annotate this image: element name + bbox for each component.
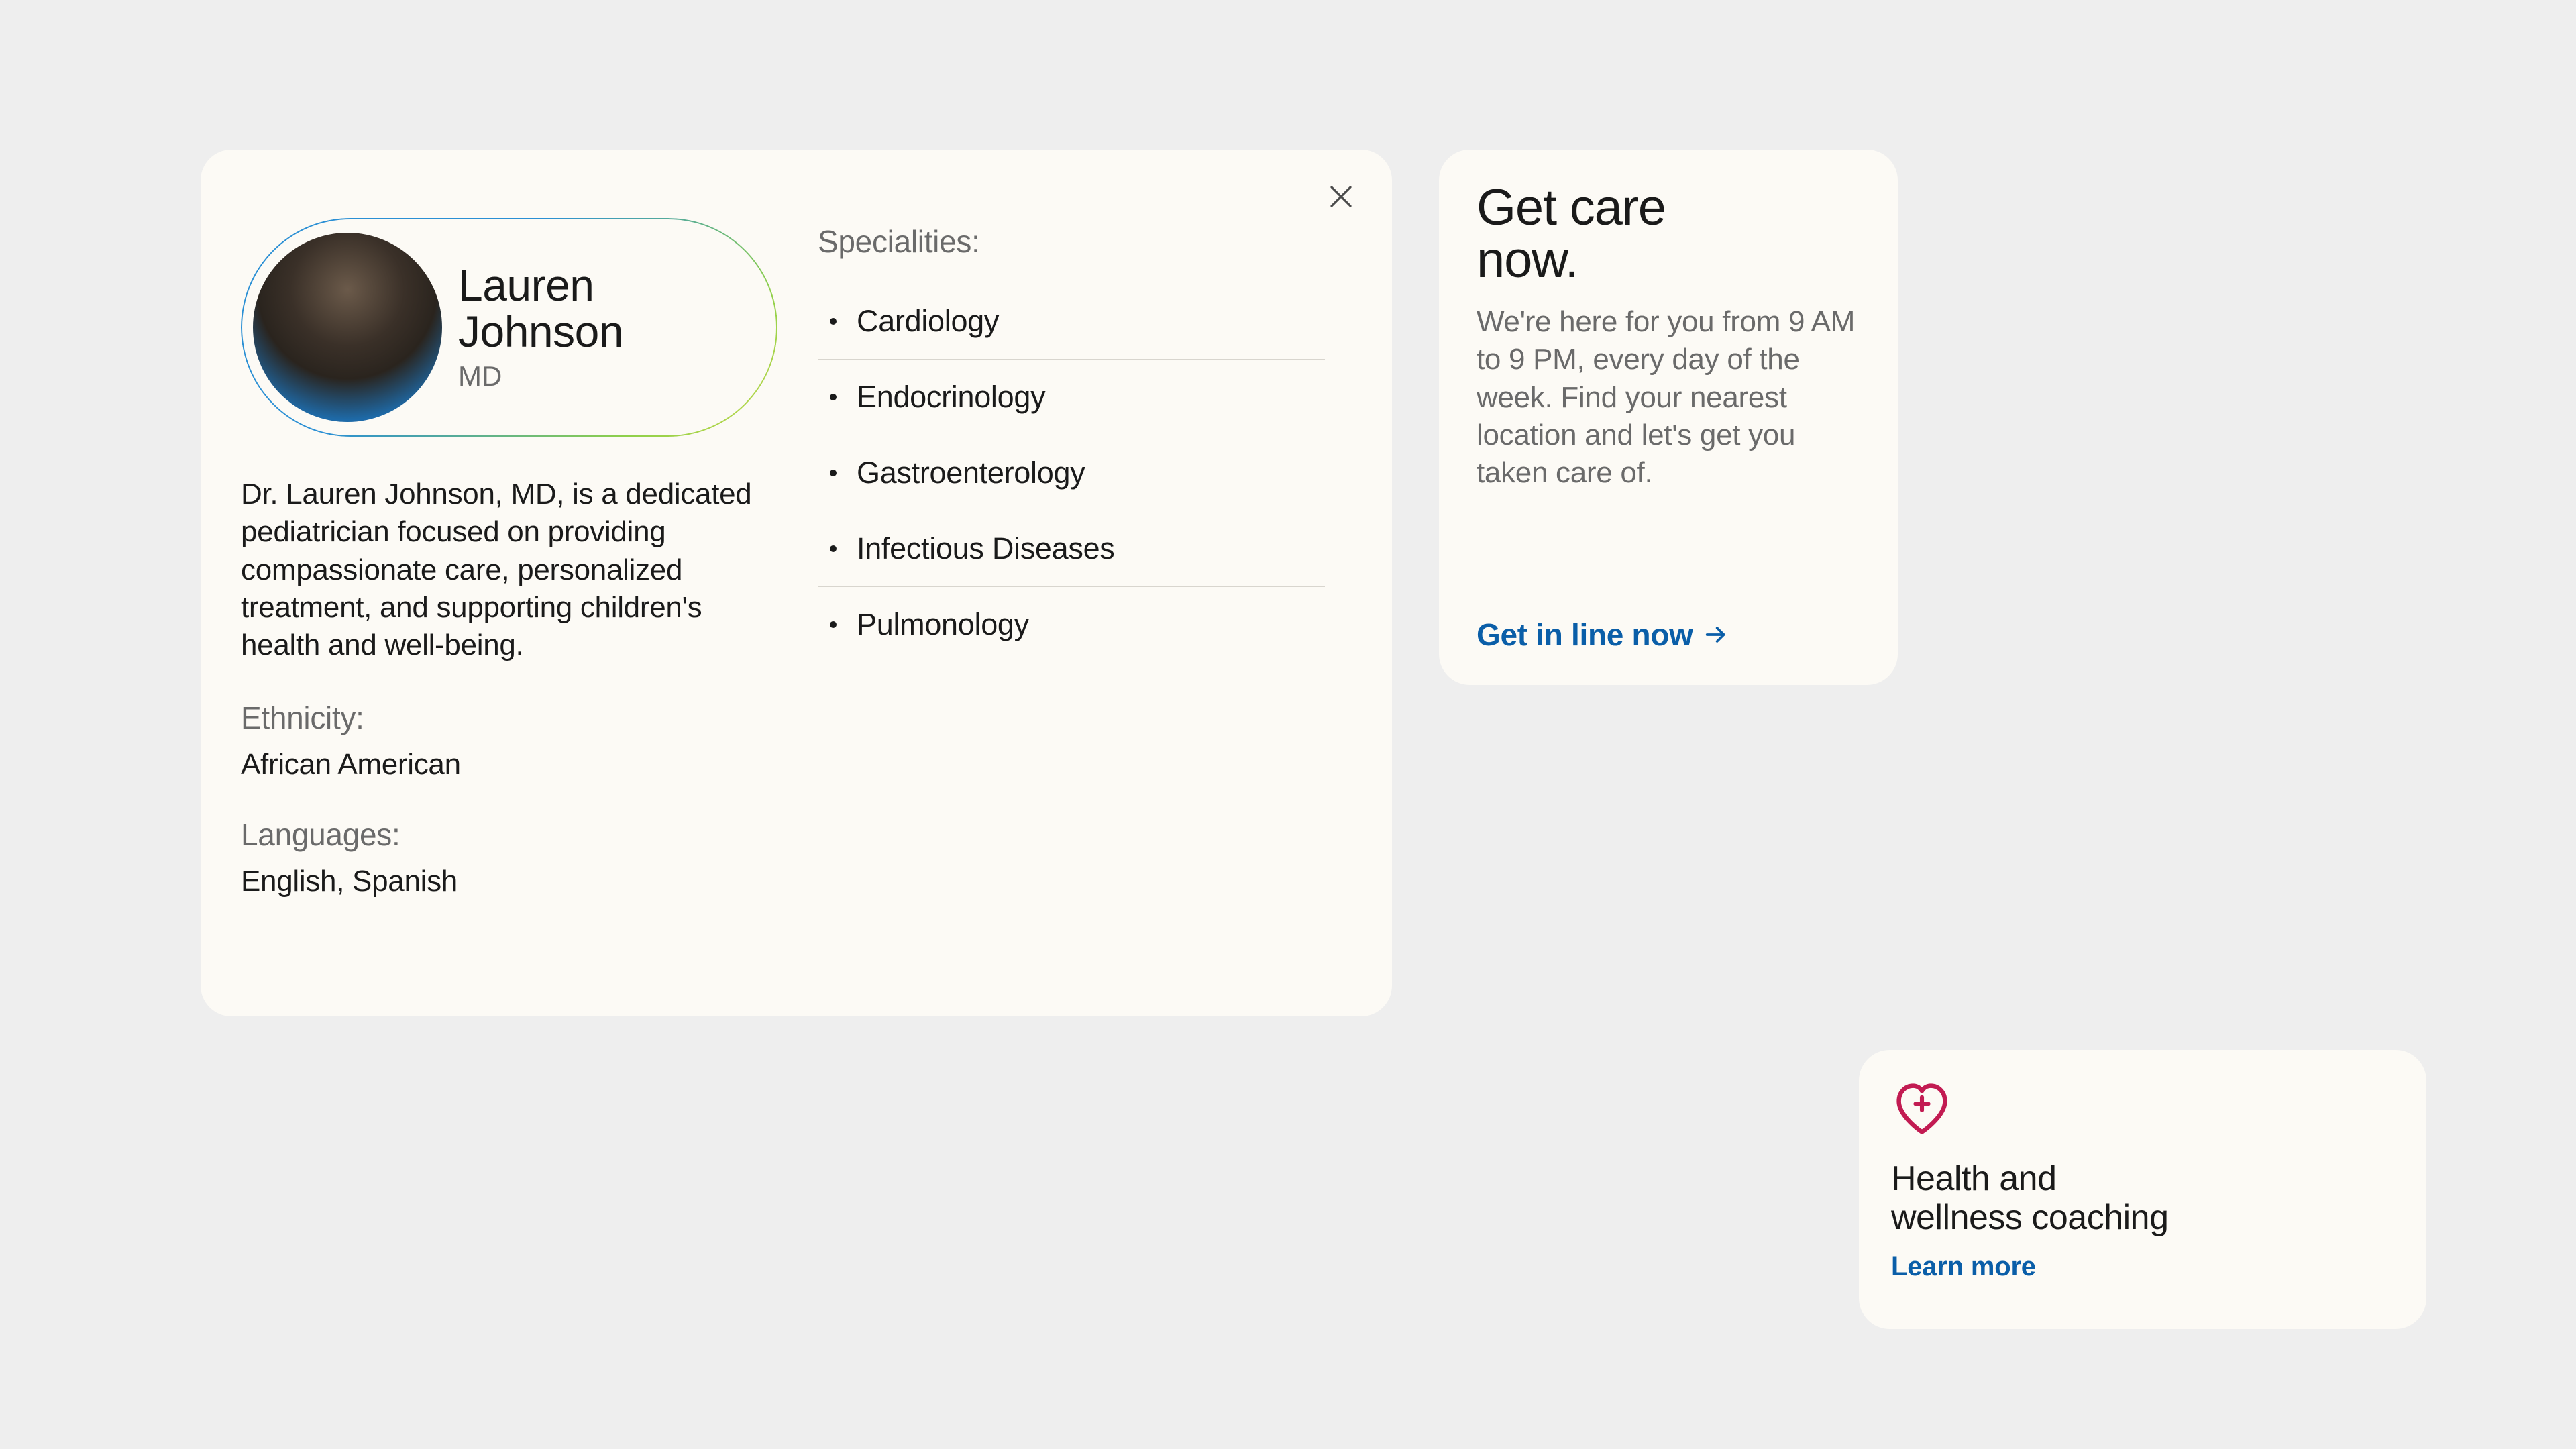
profile-header-pill: Lauren Johnson MD [241,218,777,437]
profile-name-block: Lauren Johnson MD [458,262,623,393]
avatar [253,233,442,422]
get-care-body: We're here for you from 9 AM to 9 PM, ev… [1477,303,1860,492]
coaching-title: Health and wellness coaching [1891,1159,2394,1237]
languages-value: English, Spanish [241,865,777,898]
ethnicity-label: Ethnicity: [241,700,777,736]
get-in-line-label: Get in line now [1477,616,1693,653]
heart-plus-icon [1891,1081,2394,1140]
speciality-item: Pulmonology [818,587,1325,662]
speciality-item: Cardiology [818,284,1325,360]
get-in-line-link[interactable]: Get in line now [1477,616,1860,653]
specialities-label: Specialities: [818,223,1325,260]
doctor-profile-card: Lauren Johnson MD Dr. Lauren Johnson, MD… [201,150,1392,1016]
profile-name-line1: Lauren [458,260,594,310]
coaching-card: Health and wellness coaching Learn more [1859,1050,2426,1329]
speciality-item: Gastroenterology [818,435,1325,511]
profile-left-column: Lauren Johnson MD Dr. Lauren Johnson, MD… [241,187,777,976]
get-care-title: Get care now. [1477,182,1860,286]
ethnicity-value: African American [241,748,777,782]
get-care-card: Get care now. We're here for you from 9 … [1439,150,1898,685]
speciality-item: Infectious Diseases [818,511,1325,587]
profile-name-line2: Johnson [458,307,623,356]
arrow-right-icon [1703,621,1729,648]
speciality-item: Endocrinology [818,360,1325,435]
profile-bio: Dr. Lauren Johnson, MD, is a dedicated p… [241,476,777,665]
coaching-title-line1: Health and [1891,1159,2057,1198]
profile-name: Lauren Johnson [458,262,623,356]
languages-label: Languages: [241,816,777,853]
learn-more-link[interactable]: Learn more [1891,1252,2394,1282]
profile-credential: MD [458,360,623,392]
close-icon[interactable] [1325,180,1357,213]
care-title-line2: now. [1477,231,1578,288]
coaching-title-line2: wellness coaching [1891,1198,2169,1237]
care-title-line1: Get care [1477,179,1666,236]
profile-right-column: Specialities: Cardiology Endocrinology G… [818,187,1352,976]
specialities-list: Cardiology Endocrinology Gastroenterolog… [818,284,1325,662]
